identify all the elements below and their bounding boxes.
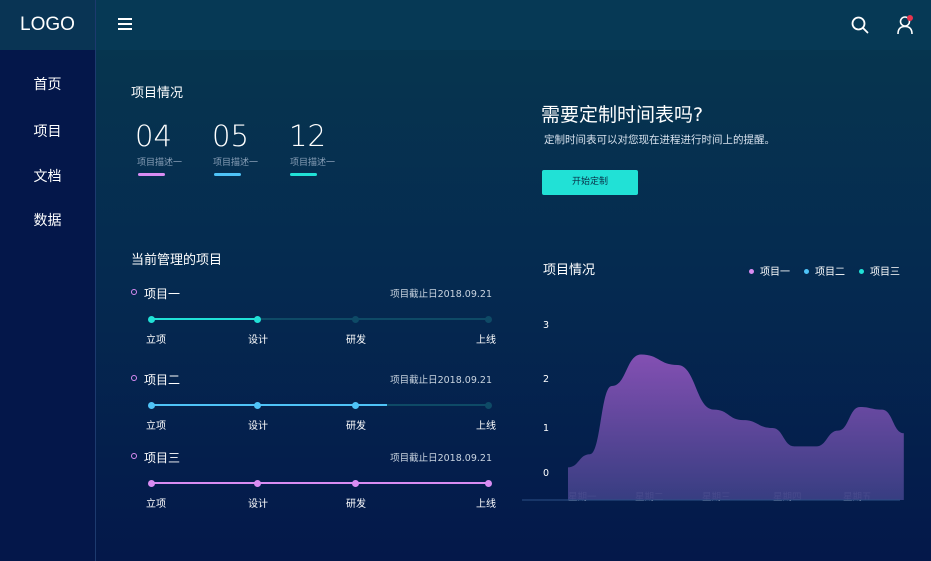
stage-label: 设计 (248, 499, 268, 510)
legend-item: 项目二 (804, 263, 845, 278)
stage-label: 立项 (146, 499, 166, 510)
progress-fill (151, 482, 488, 484)
stat-underline (290, 173, 317, 176)
area-series (568, 354, 904, 500)
stage-label: 上线 (476, 499, 496, 510)
project-name[interactable]: 项目一 (144, 285, 180, 302)
promo-title: 需要定制时间表吗? (541, 104, 704, 126)
hamburger-menu-icon[interactable] (118, 18, 132, 30)
project-name[interactable]: 项目三 (144, 449, 180, 466)
stage-node[interactable] (254, 401, 261, 409)
promo-subtitle: 定制时间表可以对您现在进程进行时间上的提醒。 (544, 134, 775, 146)
area-chart (522, 354, 904, 501)
stage-label: 研发 (346, 335, 366, 346)
stage-label: 设计 (248, 335, 268, 346)
sidebar-item-projects[interactable]: 项目 (0, 121, 95, 141)
project-bullet-icon (131, 375, 137, 381)
legend-item: 项目一 (749, 263, 790, 278)
stat-value: 05 (212, 119, 249, 153)
stage-label: 研发 (346, 499, 366, 510)
legend-dot (749, 268, 754, 274)
stage-node[interactable] (148, 401, 155, 409)
overview-title: 项目情况 (131, 86, 184, 101)
projects-title: 当前管理的项目 (131, 253, 223, 268)
stage-node[interactable] (148, 315, 155, 323)
sidebar-item-data[interactable]: 数据 (0, 210, 95, 230)
project-deadline: 项目截止日2018.09.21 (390, 375, 492, 386)
stat-underline (138, 173, 165, 176)
sidebar-item-home[interactable]: 首页 (0, 74, 95, 94)
logo[interactable]: LOGO (0, 0, 95, 50)
stage-node[interactable] (485, 479, 492, 487)
search-icon[interactable] (851, 16, 869, 34)
project-name[interactable]: 项目二 (144, 371, 180, 388)
sidebar-item-documents[interactable]: 文档 (0, 166, 95, 186)
project-bullet-icon (131, 453, 137, 459)
legend-item: 项目三 (859, 263, 900, 278)
top-bar (96, 0, 931, 50)
stage-node[interactable] (352, 315, 359, 323)
stage-label: 立项 (146, 335, 166, 346)
user-icon[interactable] (896, 14, 916, 36)
stat-value: 12 (289, 119, 326, 153)
project-deadline: 项目截止日2018.09.21 (390, 289, 492, 300)
stage-node[interactable] (485, 401, 492, 409)
stage-node[interactable] (352, 401, 359, 409)
stat-description: 项目描述一 (137, 158, 183, 168)
notification-badge (907, 15, 913, 21)
legend-dot (859, 268, 864, 274)
stage-label: 上线 (476, 335, 496, 346)
project-deadline: 项目截止日2018.09.21 (390, 453, 492, 464)
chart-title: 项目情况 (543, 263, 596, 278)
stage-node[interactable] (148, 479, 155, 487)
stat-description: 项目描述一 (290, 158, 336, 168)
stage-node[interactable] (485, 315, 492, 323)
legend-dot (804, 268, 809, 274)
stat-description: 项目描述一 (213, 158, 259, 168)
start-customize-button[interactable]: 开始定制 (542, 170, 638, 195)
stat-underline (214, 173, 241, 176)
stage-label: 研发 (346, 421, 366, 432)
stage-node[interactable] (352, 479, 359, 487)
progress-fill (151, 318, 259, 320)
project-bullet-icon (131, 289, 137, 295)
stage-label: 设计 (248, 421, 268, 432)
stage-label: 立项 (146, 421, 166, 432)
stage-node[interactable] (254, 315, 261, 323)
stage-label: 上线 (476, 421, 496, 432)
stat-value: 04 (135, 119, 172, 153)
stage-node[interactable] (254, 479, 261, 487)
